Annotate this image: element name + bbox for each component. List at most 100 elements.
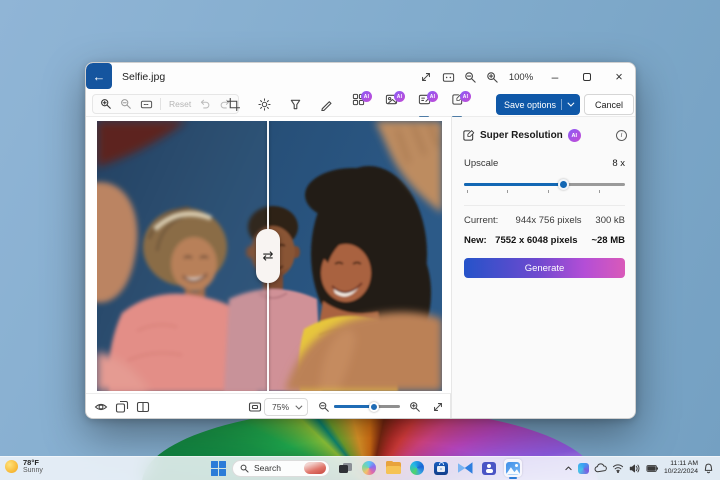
new-label: New: (464, 235, 487, 246)
fullscreen-button[interactable] (415, 65, 437, 89)
editing-canvas: ⇄ (86, 117, 451, 393)
tray-overflow-button[interactable] (564, 464, 573, 473)
cancel-label: Cancel (594, 99, 623, 110)
adjustment-tool-button[interactable] (254, 94, 274, 114)
zoom-out-icon (464, 71, 476, 83)
view-zoom-slider[interactable] (334, 401, 400, 412)
teams-button[interactable] (480, 459, 498, 477)
weather-condition: Sunny (23, 467, 43, 474)
clock[interactable]: 11:11 AM 10/22/2024 (664, 460, 698, 477)
filter-funnel-icon (290, 99, 300, 109)
view-zoom-in-button[interactable] (406, 398, 424, 416)
maximize-icon (583, 73, 591, 81)
actual-size-button[interactable] (437, 65, 459, 89)
notifications-button[interactable] (703, 463, 714, 474)
cancel-button[interactable]: Cancel (584, 94, 634, 115)
new-dimensions: 7552 x 6048 pixels (495, 235, 578, 246)
battery-button[interactable] (646, 464, 659, 473)
upscale-row: Upscale 8 x (452, 158, 635, 169)
save-options-button[interactable]: Save options (496, 94, 580, 115)
photos-icon (506, 461, 520, 475)
new-size-row: New: 7552 x 6048 pixels ~28 MB (452, 235, 635, 246)
zoom-in-button[interactable] (481, 65, 503, 89)
ai-enhance-button[interactable]: AI (348, 91, 372, 115)
task-view-button[interactable] (336, 459, 354, 477)
ai-badge: AI (427, 91, 438, 102)
current-label: Current: (464, 215, 499, 226)
canvas-fullscreen-button[interactable] (429, 398, 447, 416)
compare-button[interactable] (113, 398, 131, 416)
close-button[interactable]: × (603, 63, 635, 91)
upscale-value: 8 x (612, 158, 625, 169)
weather-widget[interactable]: 78°F Sunny (5, 458, 43, 475)
minimize-button[interactable]: – (539, 63, 571, 91)
comparison-slider-handle[interactable]: ⇄ (256, 229, 281, 283)
teams-icon (482, 461, 496, 475)
slider-thumb[interactable] (558, 179, 570, 190)
generate-button[interactable]: Generate (464, 258, 625, 278)
info-icon[interactable]: i (616, 130, 627, 141)
fit-image-button[interactable] (246, 398, 264, 416)
back-button[interactable]: ← (86, 63, 112, 89)
network-button[interactable] (612, 463, 624, 473)
zoom-in-icon (486, 71, 498, 83)
slider-tick (467, 190, 469, 193)
fit-screen-icon (248, 402, 262, 412)
ai-erase-button[interactable]: AI (414, 91, 438, 118)
slider-tick (507, 190, 509, 193)
upscale-slider[interactable] (464, 179, 625, 193)
pinned-app-button[interactable] (456, 459, 474, 477)
search-highlight-thumbnail (304, 462, 326, 474)
canvas-zoom-out-button[interactable] (117, 95, 135, 113)
super-resolution-icon (463, 130, 475, 141)
bell-icon (704, 463, 713, 473)
ai-badge: AI (361, 91, 372, 102)
canvas-zoom-in-button[interactable] (97, 95, 115, 113)
zoom-percent-dropdown[interactable]: 75% (264, 398, 308, 416)
before-image-region (97, 121, 269, 391)
edge-browser-button[interactable] (408, 459, 426, 477)
split-view-button[interactable] (134, 398, 152, 416)
fit-to-window-button[interactable] (137, 95, 155, 113)
zoom-level-value[interactable]: 100% (503, 72, 539, 83)
taskbar-search-box[interactable]: Search (232, 459, 330, 477)
one-to-one-icon (442, 72, 454, 82)
ai-badge: AI (460, 91, 471, 102)
super-resolution-panel: Super Resolution AI i Upscale 8 x Curren… (451, 117, 635, 418)
filter-tool-button[interactable] (285, 94, 305, 114)
reset-button[interactable]: Reset (166, 99, 194, 109)
button-separator (561, 99, 563, 110)
maximize-button[interactable] (571, 63, 603, 91)
wifi-icon (612, 464, 624, 473)
generate-label: Generate (524, 262, 565, 274)
slider-fill (464, 183, 564, 186)
windows-logo-icon (210, 460, 218, 468)
undo-button[interactable] (196, 95, 214, 113)
toolbar-separator (160, 98, 161, 110)
file-explorer-button[interactable] (384, 459, 402, 477)
crop-tool-button[interactable] (223, 94, 243, 114)
search-placeholder: Search (254, 463, 281, 473)
microsoft-store-button[interactable] (432, 459, 450, 477)
weather-temp: 78°F (23, 458, 39, 467)
volume-button[interactable] (629, 463, 641, 474)
photos-app-button[interactable] (504, 459, 522, 477)
slider-thumb[interactable] (369, 401, 380, 412)
canvas-status-bar: 75% (86, 393, 451, 418)
edge-icon (410, 461, 424, 475)
title-bar: ← Selfie.jpg 100% – × (86, 63, 635, 91)
super-resolution-button[interactable]: AI (447, 91, 471, 118)
view-zoom-out-button[interactable] (315, 398, 333, 416)
show-original-button[interactable] (92, 398, 110, 416)
chevron-up-icon (565, 465, 572, 470)
markup-tool-button[interactable] (316, 94, 336, 114)
start-button[interactable] (210, 460, 226, 476)
battery-icon (646, 464, 658, 472)
onedrive-button[interactable] (594, 462, 607, 474)
slider-tick (547, 190, 549, 193)
tray-app-button[interactable] (577, 462, 589, 474)
task-view-icon (338, 462, 352, 474)
copilot-button[interactable] (360, 459, 378, 477)
zoom-out-button[interactable] (459, 65, 481, 89)
ai-background-button[interactable]: AI (381, 91, 405, 115)
